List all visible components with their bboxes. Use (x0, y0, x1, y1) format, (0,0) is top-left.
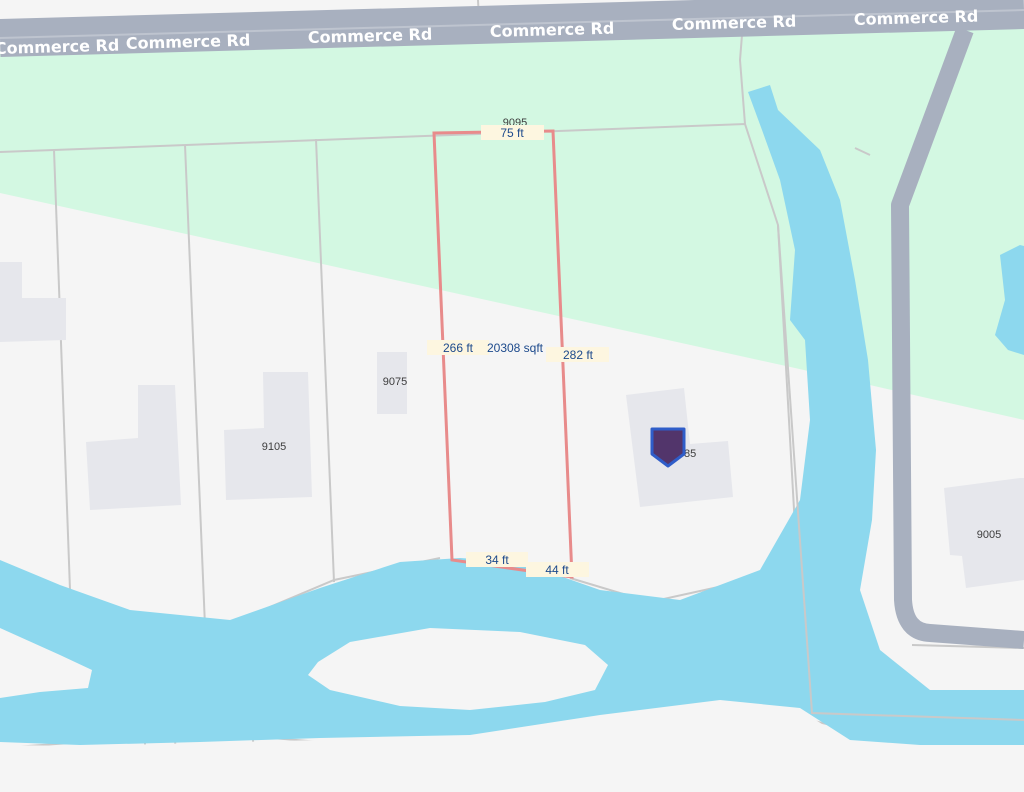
road-label: Commerce Rd (672, 12, 797, 34)
parcel-number: 9075 (383, 376, 407, 388)
left-side-length-label: 266 ft (443, 341, 474, 355)
parcel-area-label: 20308 sqft (487, 341, 544, 355)
right-side-length-label: 282 ft (563, 348, 594, 362)
parcel-number: 9005 (977, 529, 1001, 541)
front-length-label: 75 ft (500, 126, 524, 140)
parcel-number: 9105 (262, 441, 286, 453)
road-label: Commerce Rd (308, 25, 433, 47)
rear-length-label: 34 ft (485, 553, 509, 567)
map-svg: Commerce Rd Commerce Rd Commerce Rd Comm… (0, 0, 1024, 792)
road-label: Commerce Rd (490, 19, 615, 41)
road-label: Commerce Rd (0, 36, 120, 58)
map-canvas[interactable]: Commerce Rd Commerce Rd Commerce Rd Comm… (0, 0, 1024, 792)
road-label: Commerce Rd (854, 7, 979, 29)
road-label: Commerce Rd (126, 31, 251, 53)
rear-length-label: 44 ft (545, 563, 569, 577)
